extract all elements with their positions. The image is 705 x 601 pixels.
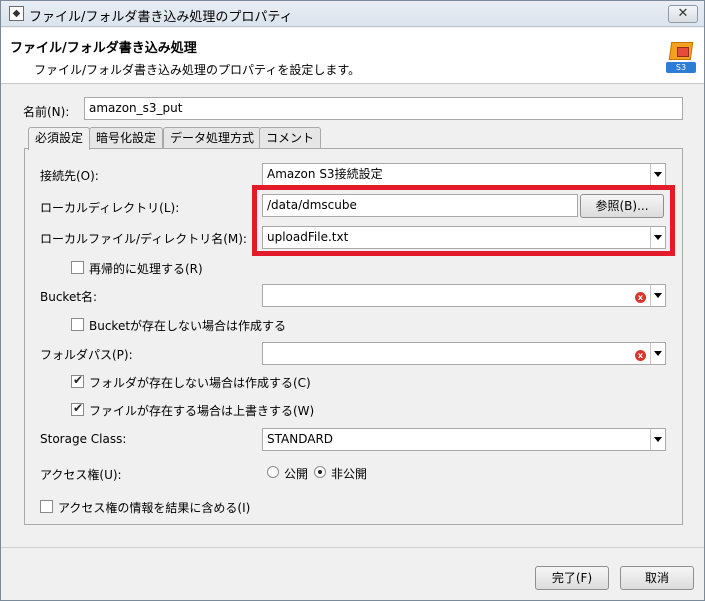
storage-class-label: Storage Class: — [40, 432, 127, 446]
name-label: 名前(N): — [23, 105, 70, 119]
close-icon: ✕ — [677, 6, 689, 21]
cancel-button[interactable]: 取消 — [620, 566, 694, 590]
local-file-label: ローカルファイル/ディレクトリ名(M): — [40, 232, 247, 246]
title-bar: ◆ ファイル/フォルダ書き込み処理のプロパティ ✕ — [1, 1, 704, 27]
header-description: ファイル/フォルダ書き込み処理のプロパティを設定します。 — [34, 63, 361, 77]
chevron-down-icon[interactable] — [650, 227, 665, 248]
access-private-radio[interactable] — [314, 466, 326, 478]
create-folder-checkbox[interactable] — [71, 373, 84, 388]
tab-comment[interactable]: コメント — [259, 127, 322, 149]
access-label: アクセス権(U): — [40, 468, 122, 482]
folder-path-combo[interactable]: x — [262, 342, 666, 365]
chevron-down-icon[interactable] — [650, 429, 665, 450]
recursive-label: 再帰的に処理する(R) — [89, 262, 203, 276]
local-file-value: uploadFile.txt — [267, 230, 349, 244]
access-public-label: 公開 — [284, 467, 309, 481]
chevron-down-icon[interactable] — [650, 164, 665, 185]
local-dir-label: ローカルディレクトリ(L): — [40, 201, 180, 215]
finish-button[interactable]: 完了(F) — [535, 566, 609, 590]
include-access-info-checkbox[interactable] — [40, 500, 53, 513]
overwrite-label: ファイルが存在する場合は上書きする(W) — [89, 404, 315, 418]
storage-class-value: STANDARD — [267, 432, 334, 446]
include-access-info-label: アクセス権の情報を結果に含める(I) — [58, 501, 251, 515]
name-input[interactable]: amazon_s3_put — [84, 97, 683, 120]
local-dir-input[interactable]: /data/dmscube — [262, 194, 578, 217]
access-public-radio[interactable] — [267, 466, 279, 478]
bucket-combo[interactable]: x — [262, 284, 666, 307]
folder-path-label: フォルダパス(P): — [40, 348, 133, 362]
create-folder-label: フォルダが存在しない場合は作成する(C) — [89, 376, 311, 390]
app-icon: ◆ — [9, 6, 24, 21]
footer-separator — [1, 547, 704, 548]
tab-required[interactable]: 必須設定 — [28, 127, 91, 150]
recursive-checkbox[interactable] — [71, 261, 84, 274]
connection-label: 接続先(O): — [40, 169, 99, 183]
browse-button[interactable]: 参照(B)... — [580, 194, 664, 218]
tab-encryption[interactable]: 暗号化設定 — [89, 127, 164, 149]
chevron-down-icon[interactable] — [650, 285, 665, 306]
chevron-down-icon[interactable] — [650, 343, 665, 364]
local-file-combo[interactable]: uploadFile.txt — [262, 226, 666, 249]
create-bucket-label: Bucketが存在しない場合は作成する — [89, 319, 287, 333]
tab-data-processing[interactable]: データ処理方式 — [163, 127, 262, 149]
error-icon: x — [635, 292, 646, 303]
header-title: ファイル/フォルダ書き込み処理 — [10, 41, 197, 56]
bucket-label: Bucket名: — [40, 290, 98, 304]
overwrite-checkbox[interactable] — [71, 401, 84, 416]
close-button[interactable]: ✕ — [668, 5, 698, 23]
amazon-s3-icon: S3 — [666, 42, 696, 74]
access-private-label: 非公開 — [331, 467, 368, 481]
window-title: ファイル/フォルダ書き込み処理のプロパティ — [29, 10, 293, 25]
connection-select[interactable]: Amazon S3接続設定 — [262, 163, 666, 186]
storage-class-select[interactable]: STANDARD — [262, 428, 666, 451]
properties-dialog: ◆ ファイル/フォルダ書き込み処理のプロパティ ✕ ファイル/フォルダ書き込み処… — [0, 0, 705, 601]
error-icon: x — [635, 350, 646, 361]
connection-value: Amazon S3接続設定 — [267, 167, 383, 181]
create-bucket-checkbox[interactable] — [71, 318, 84, 331]
s3-badge: S3 — [666, 62, 696, 73]
dialog-header: ファイル/フォルダ書き込み処理 ファイル/フォルダ書き込み処理のプロパティを設定… — [1, 28, 704, 84]
